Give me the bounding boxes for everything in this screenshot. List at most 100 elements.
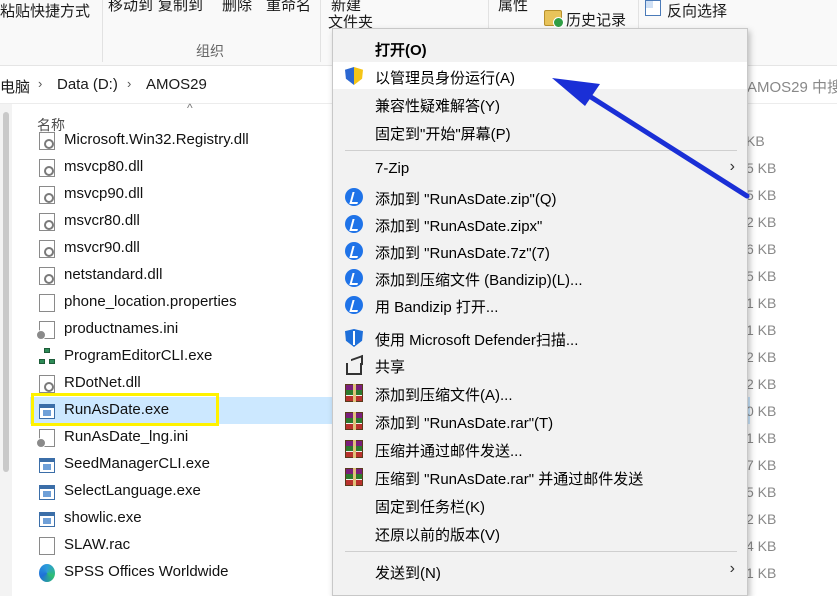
- dll-icon: [39, 159, 55, 177]
- menu-item-label: 添加到 "RunAsDate.rar"(T): [375, 415, 554, 432]
- file-name: msvcp80.dll: [64, 158, 144, 175]
- menu-item-winrar-add-rar[interactable]: 添加到 "RunAsDate.rar"(T): [333, 407, 747, 434]
- winrar-icon: [345, 440, 363, 458]
- file-name: Microsoft.Win32.Registry.dll: [64, 131, 249, 148]
- winrar-icon: [345, 384, 363, 402]
- file-name: RunAsDate_lng.ini: [64, 428, 189, 445]
- chevron-right-icon[interactable]: ›: [127, 76, 131, 91]
- paste-shortcut-button[interactable]: 粘贴快捷方式: [0, 0, 90, 21]
- menu-item-winrar-compress-email[interactable]: 压缩并通过邮件发送...: [333, 435, 747, 462]
- menu-item-defender-scan[interactable]: 使用 Microsoft Defender扫描...: [333, 324, 747, 351]
- edge-icon: [39, 564, 55, 582]
- file-name: SeedManagerCLI.exe: [64, 455, 210, 472]
- menu-item-compat-troubleshoot[interactable]: 兼容性疑难解答(Y): [333, 90, 747, 117]
- file-name: phone_location.properties: [64, 293, 237, 310]
- menu-item-label: 固定到"开始"屏幕(P): [375, 126, 511, 143]
- menu-item-label: 压缩到 "RunAsDate.rar" 并通过邮件发送: [375, 471, 644, 488]
- dll-icon: [39, 132, 55, 150]
- file-name: showlic.exe: [64, 509, 142, 526]
- menu-separator: [345, 150, 737, 151]
- properties-button[interactable]: 属性: [498, 0, 528, 15]
- menu-item-label: 兼容性疑难解答(Y): [375, 98, 500, 115]
- highlight-box: [31, 393, 219, 426]
- breadcrumb-drive[interactable]: Data (D:): [57, 76, 118, 93]
- file-size: 1 KB: [746, 295, 777, 311]
- menu-item-send-to[interactable]: 发送到(N) ›: [333, 557, 747, 584]
- winrar-icon: [345, 412, 363, 430]
- menu-item-label: 打开(O): [375, 42, 427, 59]
- menu-item-run-as-admin[interactable]: 以管理员身份运行(A): [333, 62, 747, 89]
- menu-item-restore-versions[interactable]: 还原以前的版本(V): [333, 519, 747, 546]
- menu-item-bandizip-open[interactable]: 用 Bandizip 打开...: [333, 291, 747, 318]
- breadcrumb-computer[interactable]: 电脑: [0, 76, 30, 97]
- winrar-icon: [345, 468, 363, 486]
- history-button[interactable]: 历史记录: [566, 9, 626, 30]
- menu-item-winrar-compress-rar-email[interactable]: 压缩到 "RunAsDate.rar" 并通过邮件发送: [333, 463, 747, 490]
- invert-selection-button[interactable]: 反向选择: [667, 0, 727, 21]
- file-name: SLAW.rac: [64, 536, 131, 553]
- uac-shield-icon: [345, 67, 363, 85]
- move-to-button[interactable]: 移动到: [108, 0, 153, 15]
- invert-selection-icon: [645, 0, 661, 16]
- file-name: msvcr80.dll: [64, 212, 140, 229]
- menu-item-7zip[interactable]: 7-Zip ›: [333, 155, 747, 182]
- file-size: 1 KB: [746, 430, 777, 446]
- file-size: 4 KB: [746, 538, 777, 554]
- file-name: RDotNet.dll: [64, 374, 141, 391]
- dll-icon: [39, 213, 55, 231]
- tree-app-icon: [39, 348, 55, 366]
- rename-button[interactable]: 重命名: [266, 0, 311, 15]
- menu-item-label: 用 Bandizip 打开...: [375, 299, 499, 316]
- menu-item-bandizip-add-zip[interactable]: 添加到 "RunAsDate.zip"(Q): [333, 183, 747, 210]
- menu-item-label: 固定到任务栏(K): [375, 499, 485, 516]
- delete-button[interactable]: 删除: [222, 0, 252, 15]
- share-icon: [345, 356, 363, 375]
- file-size: 2 KB: [746, 349, 777, 365]
- bandizip-icon: [345, 242, 363, 260]
- chevron-right-icon[interactable]: ›: [38, 76, 42, 91]
- dll-icon: [39, 267, 55, 285]
- bandizip-icon: [345, 188, 363, 206]
- menu-item-pin-to-start[interactable]: 固定到"开始"屏幕(P): [333, 118, 747, 145]
- menu-item-share[interactable]: 共享: [333, 351, 747, 378]
- context-menu: 打开(O) 以管理员身份运行(A) 兼容性疑难解答(Y) 固定到"开始"屏幕(P…: [332, 28, 748, 596]
- menu-item-pin-taskbar[interactable]: 固定到任务栏(K): [333, 491, 747, 518]
- menu-item-open[interactable]: 打开(O): [333, 34, 747, 61]
- menu-item-bandizip-add-zipx[interactable]: 添加到 "RunAsDate.zipx": [333, 210, 747, 237]
- file-name: SelectLanguage.exe: [64, 482, 201, 499]
- sort-up-icon: ^: [187, 101, 193, 115]
- file-size: 5 KB: [746, 187, 777, 203]
- menu-item-label: 压缩并通过邮件发送...: [375, 443, 523, 460]
- breadcrumb-folder[interactable]: AMOS29: [146, 76, 207, 93]
- dll-icon: [39, 186, 55, 204]
- file-size: 6 KB: [746, 241, 777, 257]
- file-size: 7 KB: [746, 457, 777, 473]
- menu-item-bandizip-add-7z[interactable]: 添加到 "RunAsDate.7z"(7): [333, 237, 747, 264]
- bandizip-icon: [345, 269, 363, 287]
- copy-to-button[interactable]: 复制到: [158, 0, 203, 15]
- file-size: KB: [746, 133, 765, 149]
- file-size: 2 KB: [746, 376, 777, 392]
- menu-item-label: 添加到压缩文件(A)...: [375, 387, 513, 404]
- exe-icon: [39, 512, 55, 527]
- file-size: 5 KB: [746, 268, 777, 284]
- file-size: 5 KB: [746, 160, 777, 176]
- menu-item-label: 7-Zip: [375, 160, 410, 177]
- search-input[interactable]: AMOS29 中搜索: [740, 70, 837, 100]
- file-size: 2 KB: [746, 214, 777, 230]
- file-name: msvcr90.dll: [64, 239, 140, 256]
- menu-item-label: 添加到 "RunAsDate.zipx": [375, 218, 543, 235]
- bandizip-icon: [345, 296, 363, 314]
- menu-item-winrar-add[interactable]: 添加到压缩文件(A)...: [333, 379, 747, 406]
- exe-icon: [39, 485, 55, 500]
- menu-item-label: 添加到压缩文件 (Bandizip)(L)...: [375, 272, 583, 289]
- menu-item-label: 使用 Microsoft Defender扫描...: [375, 332, 579, 349]
- navigation-scrollbar[interactable]: [3, 112, 9, 472]
- file-name: ProgramEditorCLI.exe: [64, 347, 213, 364]
- menu-item-bandizip-add-archive[interactable]: 添加到压缩文件 (Bandizip)(L)...: [333, 264, 747, 291]
- bandizip-icon: [345, 215, 363, 233]
- history-icon: [544, 10, 564, 28]
- menu-item-label: 以管理员身份运行(A): [375, 70, 515, 87]
- file-name: netstandard.dll: [64, 266, 163, 283]
- defender-shield-icon: [345, 329, 363, 347]
